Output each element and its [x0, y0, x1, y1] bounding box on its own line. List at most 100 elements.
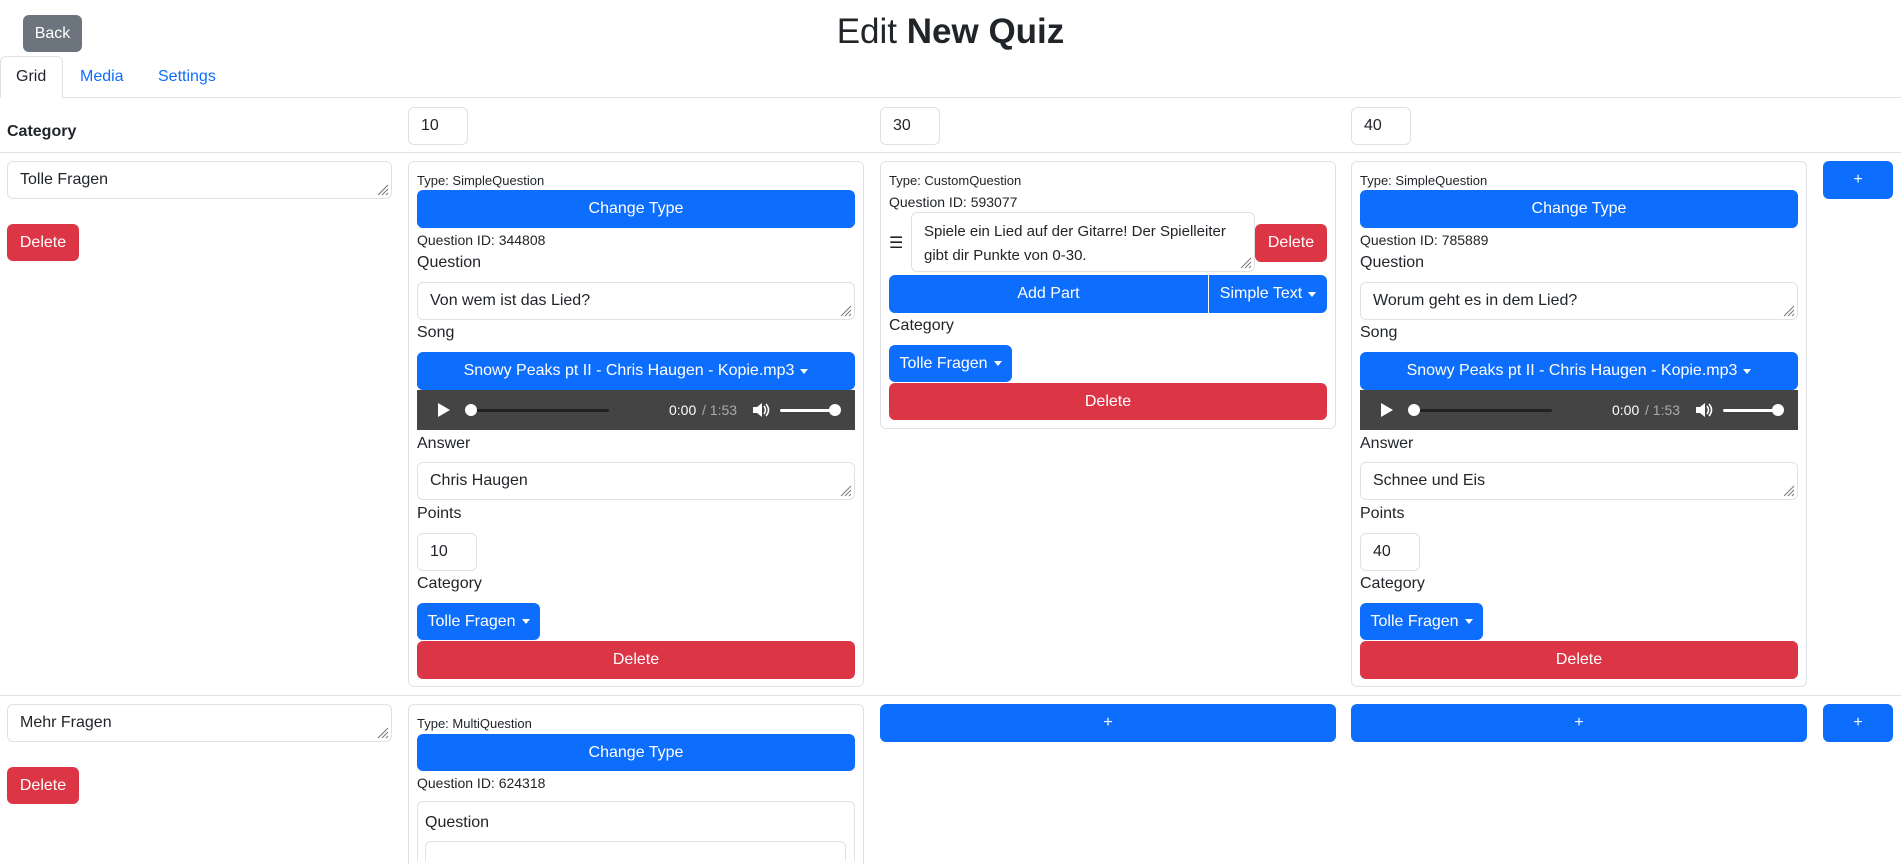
part-type-dropdown[interactable]: Simple Text — [1209, 275, 1327, 313]
song-dropdown-label: Snowy Peaks pt II - Chris Haugen - Kopie… — [463, 362, 795, 379]
chevron-down-icon — [1308, 291, 1317, 297]
delete-category-button[interactable]: Delete — [7, 224, 79, 261]
answer-input[interactable]: Schnee und Eis — [1360, 462, 1798, 500]
page-title-prefix: Edit — [836, 12, 898, 51]
question-id-text: Question ID: 593077 — [889, 194, 1018, 210]
resize-grip-icon[interactable] — [377, 184, 389, 196]
song-dropdown[interactable]: Snowy Peaks pt II - Chris Haugen - Kopie… — [417, 352, 855, 390]
question-label: Question — [417, 254, 482, 271]
part-text-input[interactable]: Spiele ein Lied auf der Gitarre! Der Spi… — [911, 212, 1255, 272]
delete-part-button[interactable]: Delete — [1255, 224, 1327, 262]
audio-total-time: / 1:53 — [1645, 402, 1681, 418]
row-divider — [0, 152, 1901, 153]
question-type-text: Type: MultiQuestion — [417, 716, 532, 731]
question-input-text: Worum geht es in dem Lied? — [1373, 292, 1578, 309]
part-text: Spiele ein Lied auf der Gitarre! Der Spi… — [924, 223, 1226, 264]
points-label: Points — [417, 505, 462, 522]
audio-player: 0:00 / 1:53 — [417, 390, 855, 430]
volume-icon[interactable] — [753, 402, 771, 418]
question-id-text: Question ID: 344808 — [417, 232, 546, 248]
question-type-text: Type: CustomQuestion — [889, 173, 1022, 188]
answer-input-text: Chris Haugen — [430, 472, 528, 489]
category-dropdown-label: Tolle Fragen — [1370, 612, 1459, 630]
audio-player: 0:00 / 1:53 — [1360, 390, 1798, 430]
question-id-text: Question ID: 624318 — [417, 775, 546, 791]
resize-grip-icon[interactable] — [1783, 485, 1795, 497]
resize-grip-icon[interactable] — [1240, 257, 1252, 269]
question-input[interactable]: Worum geht es in dem Lied? — [1360, 282, 1798, 320]
question-input[interactable]: Von wem ist das Lied? — [417, 282, 855, 320]
answer-label: Answer — [417, 435, 471, 452]
chevron-down-icon — [1464, 619, 1473, 624]
song-dropdown[interactable]: Snowy Peaks pt II - Chris Haugen - Kopie… — [1360, 352, 1798, 390]
audio-progress-track[interactable] — [467, 409, 609, 412]
volume-icon[interactable] — [1696, 402, 1714, 418]
play-icon[interactable] — [1380, 403, 1394, 417]
tab-settings[interactable]: Settings — [158, 68, 216, 86]
add-question-button[interactable]: + — [1351, 704, 1807, 742]
add-question-button[interactable]: + — [880, 704, 1336, 742]
drag-handle-icon[interactable]: ☰ — [889, 233, 903, 253]
delete-category-button[interactable]: Delete — [7, 767, 79, 804]
category-name-text: Tolle Fragen — [20, 171, 109, 188]
chevron-down-icon — [1743, 368, 1752, 374]
page-title-name: New Quiz — [906, 12, 1065, 51]
change-type-button[interactable]: Change Type — [1360, 190, 1798, 228]
resize-grip-icon[interactable] — [1783, 305, 1795, 317]
category-label: Category — [1360, 575, 1425, 592]
song-label: Song — [1360, 324, 1398, 341]
points-input[interactable]: 10 — [417, 533, 477, 571]
category-label: Category — [889, 317, 954, 334]
add-part-button[interactable]: Add Part — [889, 275, 1208, 313]
points-column-40[interactable]: 40 — [1351, 107, 1411, 145]
delete-question-button[interactable]: Delete — [1360, 641, 1798, 679]
category-dropdown[interactable]: Tolle Fragen — [889, 345, 1012, 382]
page-title: Edit New Quiz — [0, 10, 1901, 54]
category-name-input[interactable]: Mehr Fragen — [7, 704, 392, 742]
answer-label: Answer — [1360, 435, 1414, 452]
row-divider — [0, 695, 1901, 696]
category-dropdown[interactable]: Tolle Fragen — [1360, 603, 1483, 640]
points-label: Points — [1360, 505, 1405, 522]
audio-current-time: 0:00 — [1612, 402, 1640, 418]
song-dropdown-label: Snowy Peaks pt II - Chris Haugen - Kopie… — [1406, 362, 1738, 379]
tabs-divider — [63, 97, 1901, 98]
points-input[interactable]: 40 — [1360, 533, 1420, 571]
audio-progress-track[interactable] — [1410, 409, 1552, 412]
change-type-button[interactable]: Change Type — [417, 190, 855, 228]
category-dropdown-label: Tolle Fragen — [899, 354, 988, 372]
volume-thumb[interactable] — [829, 404, 841, 416]
resize-grip-icon[interactable] — [840, 485, 852, 497]
tab-grid[interactable]: Grid — [16, 68, 46, 86]
chevron-down-icon — [800, 368, 809, 374]
delete-question-button[interactable]: Delete — [417, 641, 855, 679]
points-column-30[interactable]: 30 — [880, 107, 940, 145]
song-label: Song — [417, 324, 455, 341]
answer-input[interactable]: Chris Haugen — [417, 462, 855, 500]
play-icon[interactable] — [437, 403, 451, 417]
question-type-text: Type: SimpleQuestion — [1360, 173, 1488, 188]
audio-progress-thumb[interactable] — [465, 404, 477, 416]
question-id-text: Question ID: 785889 — [1360, 232, 1489, 248]
tab-media[interactable]: Media — [80, 68, 124, 86]
question-input[interactable] — [425, 841, 846, 861]
category-name-input[interactable]: Tolle Fragen — [7, 161, 392, 199]
question-label: Question — [1360, 254, 1425, 271]
add-column-button[interactable]: + — [1823, 704, 1893, 742]
volume-thumb[interactable] — [1772, 404, 1784, 416]
resize-grip-icon[interactable] — [377, 727, 389, 739]
question-label: Question — [425, 814, 490, 831]
points-column-10[interactable]: 10 — [408, 107, 468, 145]
category-dropdown[interactable]: Tolle Fragen — [417, 603, 540, 640]
question-input-text: Von wem ist das Lied? — [430, 292, 591, 309]
category-column-header: Category — [7, 123, 77, 140]
chevron-down-icon — [521, 619, 530, 624]
part-type-dropdown-label: Simple Text — [1219, 285, 1303, 302]
question-type-text: Type: SimpleQuestion — [417, 173, 545, 188]
add-column-button[interactable]: + — [1823, 161, 1893, 199]
resize-grip-icon[interactable] — [840, 305, 852, 317]
change-type-button[interactable]: Change Type — [417, 734, 855, 771]
category-name-text: Mehr Fragen — [20, 714, 112, 731]
audio-progress-thumb[interactable] — [1408, 404, 1420, 416]
delete-question-button[interactable]: Delete — [889, 383, 1327, 420]
